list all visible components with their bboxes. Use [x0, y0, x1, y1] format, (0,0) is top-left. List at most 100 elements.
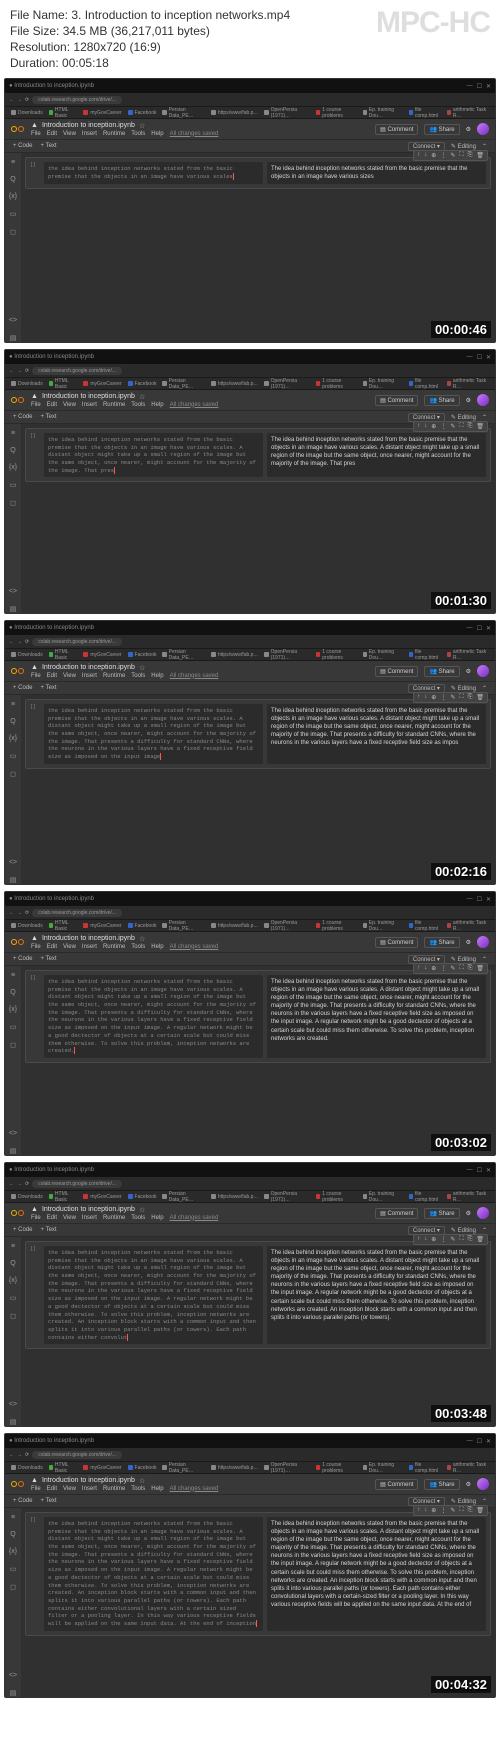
close-button[interactable]: ✕ [486, 354, 491, 361]
editing-mode-button[interactable]: ✎ Editing [451, 956, 476, 963]
address-bar[interactable]: colab.research.google.com/drive/... [32, 1451, 122, 1459]
cell-toolbar-icon[interactable]: ⎘ [468, 1507, 473, 1514]
bookmark-item[interactable]: Ep. training Dou… [363, 920, 403, 932]
bookmark-item[interactable]: myGovCareer [83, 652, 121, 658]
menu-item-help[interactable]: Help [151, 131, 163, 137]
cell-toolbar-icon[interactable]: ⋮ [440, 1507, 446, 1514]
minimize-button[interactable]: — [467, 1438, 473, 1445]
expand-icon[interactable]: ⌃ [482, 414, 487, 421]
minimize-button[interactable]: — [467, 896, 473, 903]
bookmark-item[interactable]: myGovCareer [83, 381, 121, 387]
add-text-button[interactable]: + Text [41, 1498, 57, 1504]
add-code-button[interactable]: + Code [13, 1227, 33, 1233]
add-text-button[interactable]: + Text [41, 414, 57, 420]
all-changes-saved-link[interactable]: All changes saved [170, 402, 219, 408]
bookmark-item[interactable]: 1 course problems [316, 378, 357, 390]
address-bar[interactable]: colab.research.google.com/drive/... [32, 909, 122, 917]
secrets-icon[interactable]: ▭ [10, 210, 17, 218]
notebook-cell[interactable]: ↑↓⊕⋮✎⛶⎘🗑[ ]the idea behind inception net… [25, 699, 491, 769]
forward-button[interactable]: → [17, 1452, 22, 1458]
bookmark-item[interactable]: 1 course problems [316, 920, 357, 932]
bookmark-item[interactable]: Persian Data_PE… [162, 107, 204, 119]
cell-toolbar-icon[interactable]: ⋮ [440, 1236, 446, 1243]
cell-toolbar-icon[interactable]: ⋮ [440, 152, 446, 159]
all-changes-saved-link[interactable]: All changes saved [170, 131, 219, 137]
address-bar[interactable]: colab.research.google.com/drive/... [32, 638, 122, 646]
menu-item-edit[interactable]: Edit [47, 131, 57, 137]
menu-item-insert[interactable]: Insert [82, 131, 97, 137]
menu-item-edit[interactable]: Edit [47, 402, 57, 408]
terminal-icon[interactable]: ▤ [10, 876, 17, 884]
minimize-button[interactable]: — [467, 625, 473, 632]
cell-toolbar-icon[interactable]: ⎘ [468, 152, 473, 159]
back-button[interactable]: ← [9, 368, 14, 374]
notebook-title[interactable]: ▲ Introduction to inception.ipynb ☆ [31, 1206, 369, 1214]
cell-code-editor[interactable]: the idea behind inception networks state… [44, 704, 263, 764]
cell-toolbar-icon[interactable]: ⋮ [440, 965, 446, 972]
menu-item-file[interactable]: File [31, 1215, 41, 1221]
variables-icon[interactable]: {x} [9, 464, 17, 471]
comment-button[interactable]: ▤ Comment [375, 666, 418, 677]
minimize-button[interactable]: — [467, 83, 473, 90]
add-code-button[interactable]: + Code [13, 414, 33, 420]
menu-item-tools[interactable]: Tools [131, 944, 145, 950]
menu-item-edit[interactable]: Edit [47, 944, 57, 950]
reload-button[interactable]: ⟳ [25, 639, 29, 645]
secrets-icon[interactable]: ▭ [10, 1294, 17, 1302]
toc-icon[interactable]: ≡ [11, 159, 15, 166]
all-changes-saved-link[interactable]: All changes saved [170, 673, 219, 679]
toc-icon[interactable]: ≡ [11, 430, 15, 437]
forward-button[interactable]: → [17, 639, 22, 645]
address-bar[interactable]: colab.research.google.com/drive/... [32, 367, 122, 375]
menu-item-help[interactable]: Help [151, 673, 163, 679]
bookmark-item[interactable]: Ep. training Dou… [363, 649, 403, 661]
window-controls[interactable]: —☐✕ [467, 625, 491, 632]
star-icon[interactable]: ☆ [139, 935, 145, 943]
code-snippets-icon[interactable]: <> [9, 1672, 17, 1679]
bookmark-item[interactable]: https/www/fab.p… [211, 652, 259, 658]
menu-item-insert[interactable]: Insert [82, 944, 97, 950]
bookmark-item[interactable]: Downloads [11, 110, 43, 116]
cell-toolbar-icon[interactable]: ↓ [424, 1507, 427, 1514]
cell-toolbar-icon[interactable]: ↑ [417, 1236, 420, 1243]
menu-item-view[interactable]: View [63, 673, 76, 679]
cell-code-editor[interactable]: the idea behind inception networks state… [44, 1517, 263, 1631]
menu-item-view[interactable]: View [63, 1215, 76, 1221]
forward-button[interactable]: → [17, 1181, 22, 1187]
files-icon[interactable]: ◻ [10, 1312, 16, 1320]
bookmark-item[interactable]: https/www/fab.p… [211, 1465, 259, 1471]
cell-toolbar-icon[interactable]: ⛶ [459, 965, 463, 972]
cell-toolbar-icon[interactable]: ✎ [450, 152, 455, 159]
back-button[interactable]: ← [9, 910, 14, 916]
cell-code-editor[interactable]: the idea behind inception networks state… [44, 1246, 263, 1344]
menu-item-help[interactable]: Help [151, 1215, 163, 1221]
bookmark-item[interactable]: file comp.html [409, 1462, 441, 1474]
back-button[interactable]: ← [9, 1452, 14, 1458]
settings-icon[interactable]: ⚙ [466, 1481, 471, 1488]
cell-toolbar-icon[interactable]: ↓ [424, 1236, 427, 1243]
bookmark-item[interactable]: myGovCareer [83, 1194, 121, 1200]
forward-button[interactable]: → [17, 368, 22, 374]
bookmark-item[interactable]: OpenPersia (1971)… [264, 1462, 310, 1474]
cell-toolbar-icon[interactable]: ✎ [450, 1236, 455, 1243]
bookmark-item[interactable]: Persian Data_PE… [162, 378, 204, 390]
menu-item-insert[interactable]: Insert [82, 1486, 97, 1492]
terminal-icon[interactable]: ▤ [10, 1147, 17, 1155]
share-button[interactable]: 👥 Share [424, 395, 459, 406]
menu-item-runtime[interactable]: Runtime [103, 131, 125, 137]
menu-item-tools[interactable]: Tools [131, 1486, 145, 1492]
notebook-cell[interactable]: ↑↓⊕⋮✎⛶⎘🗑[ ]the idea behind inception net… [25, 1241, 491, 1349]
menu-item-insert[interactable]: Insert [82, 673, 97, 679]
menu-item-file[interactable]: File [31, 944, 41, 950]
settings-icon[interactable]: ⚙ [466, 1210, 471, 1217]
all-changes-saved-link[interactable]: All changes saved [170, 944, 219, 950]
editing-mode-button[interactable]: ✎ Editing [451, 1227, 476, 1234]
bookmark-item[interactable]: HTML Basic [49, 378, 78, 390]
cell-code-editor[interactable]: the idea behind inception networks state… [44, 433, 263, 477]
share-button[interactable]: 👥 Share [424, 124, 459, 135]
cell-toolbar-icon[interactable]: ⊕ [431, 694, 436, 701]
cell-toolbar-icon[interactable]: ⛶ [459, 1236, 463, 1243]
cell-toolbar-icon[interactable]: ↑ [417, 965, 420, 972]
bookmark-item[interactable]: OpenPersia (1971)… [264, 649, 310, 661]
bookmark-item[interactable]: 1 course problems [316, 1462, 357, 1474]
